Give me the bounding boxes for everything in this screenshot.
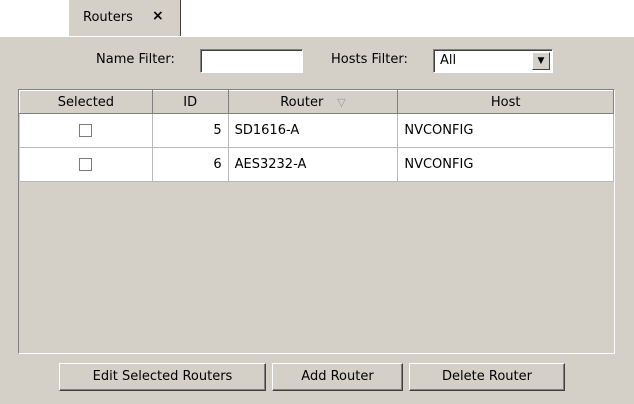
tab-label: Routers [83,10,133,25]
selected-cell [19,113,153,148]
id-cell: 6 [152,147,229,182]
column-header-host[interactable]: Host [397,90,614,114]
add-router-button[interactable]: Add Router [272,363,403,391]
hosts-filter-label: Hosts Filter: [331,52,408,67]
column-header-label: Selected [57,94,115,110]
chevron-down-icon[interactable]: ▼ [532,52,550,70]
selected-cell [19,147,153,182]
name-filter-input[interactable] [200,49,303,73]
column-header-id[interactable]: ID [151,90,229,114]
host-cell: NVCONFIG [397,113,614,148]
column-header-label: ID [183,94,198,110]
router-cell: AES3232-A [228,147,399,182]
column-header-label: Host [490,94,521,110]
router-cell: SD1616-A [228,113,399,148]
column-header-router[interactable]: Router ▽ [227,90,399,114]
table-row[interactable]: 5 SD1616-A NVCONFIG [19,113,614,148]
id-cell: 5 [152,113,229,148]
host-cell: NVCONFIG [397,147,614,182]
table-header-row: Selected ID Router ▽ Host [19,90,614,114]
hosts-filter-select[interactable]: All ▼ [433,49,553,73]
name-filter-label: Name Filter: [96,52,175,67]
delete-router-button[interactable]: Delete Router [409,363,565,391]
edit-selected-routers-button[interactable]: Edit Selected Routers [59,363,266,391]
row-checkbox[interactable] [79,158,93,171]
column-header-label: Router [280,94,324,110]
routers-table: Selected ID Router ▽ Host 5 SD1616-A NVCO… [18,89,615,354]
table-row[interactable]: 6 AES3232-A NVCONFIG [19,147,614,182]
tab-routers[interactable]: Routers × [68,0,181,36]
routers-panel: Name Filter: Hosts Filter: All ▼ Selecte… [0,36,634,404]
sort-descending-icon: ▽ [337,95,346,109]
hosts-filter-value: All [440,53,457,68]
close-icon[interactable]: × [152,8,164,24]
column-header-selected[interactable]: Selected [19,90,153,114]
row-checkbox[interactable] [79,124,93,137]
